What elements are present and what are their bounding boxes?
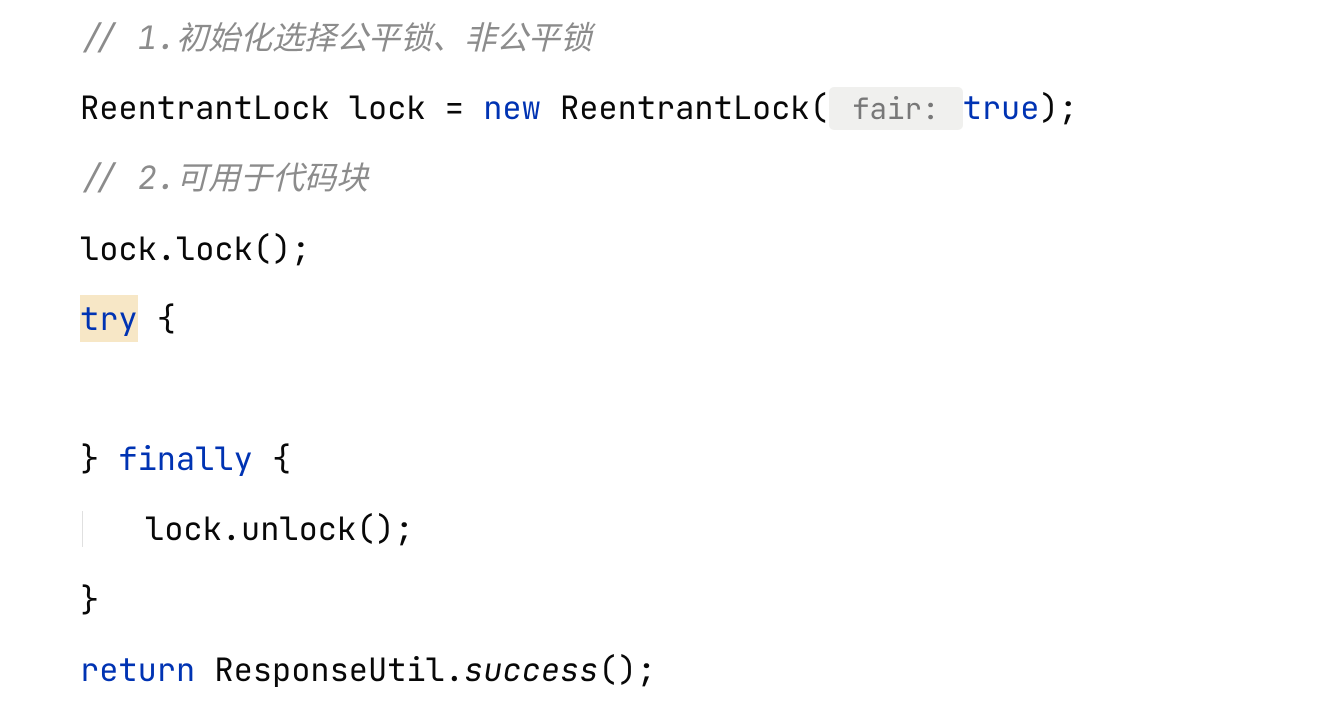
paren-semi: (); xyxy=(598,648,656,691)
code-line-8: lock.unlock(); xyxy=(80,511,1332,546)
var-decl: lock = xyxy=(330,86,484,129)
code-line-5: try { xyxy=(80,301,1332,336)
code-editor[interactable]: // 1.初始化选择公平锁、非公平锁 ReentrantLock lock = … xyxy=(80,20,1332,687)
open-brace: { xyxy=(138,297,176,340)
unlock-call: lock.unlock(); xyxy=(145,507,414,550)
comment-text: // 2.可用于代码块 xyxy=(80,156,368,199)
indent-guide: lock.unlock(); xyxy=(82,511,414,546)
code-line-10: return ResponseUtil.success(); xyxy=(80,652,1332,687)
finally-keyword: finally xyxy=(118,437,252,480)
code-line-4: lock.lock(); xyxy=(80,231,1332,266)
type-name: ReentrantLock xyxy=(80,86,330,129)
close-brace: } xyxy=(80,437,118,480)
code-line-3: // 2.可用于代码块 xyxy=(80,160,1332,195)
close-paren: ); xyxy=(1039,86,1077,129)
return-keyword: return xyxy=(80,648,195,691)
code-line-6-empty xyxy=(80,371,1332,406)
constructor-call: ReentrantLock( xyxy=(541,86,829,129)
code-line-2: ReentrantLock lock = new ReentrantLock( … xyxy=(80,90,1332,125)
param-hint-fair: fair: xyxy=(829,87,963,130)
method-success: success xyxy=(464,648,598,691)
true-literal: true xyxy=(963,86,1040,129)
close-brace: } xyxy=(80,578,99,621)
code-line-7: } finally { xyxy=(80,441,1332,476)
open-brace: { xyxy=(253,437,291,480)
try-keyword: try xyxy=(80,295,138,342)
lock-call: lock.lock(); xyxy=(80,227,310,270)
comment-text: // 1.初始化选择公平锁、非公平锁 xyxy=(80,16,592,59)
code-line-9: } xyxy=(80,582,1332,617)
class-ref: ResponseUtil. xyxy=(195,648,464,691)
new-keyword: new xyxy=(483,86,541,129)
code-line-1: // 1.初始化选择公平锁、非公平锁 xyxy=(80,20,1332,55)
